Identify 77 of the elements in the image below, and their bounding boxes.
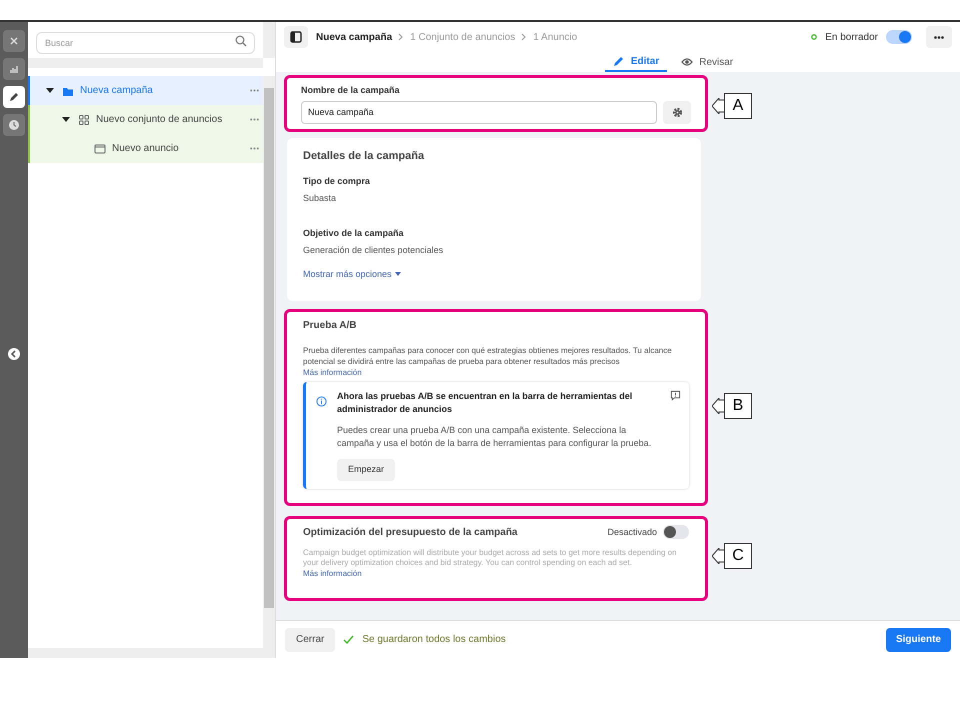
field-value: Generación de clientes potenciales xyxy=(303,244,444,257)
field-label: Nombre de la campaña xyxy=(301,84,401,97)
callout-arrow-icon xyxy=(712,548,724,564)
description-text: Campaign budget optimization will distribute your budget across ad sets to get more results depending on your delivery optimization choices and bid strategy. You can control spending on each ad set. xyxy=(303,548,678,568)
chevron-icon xyxy=(398,33,404,41)
pencil-icon xyxy=(8,91,20,103)
tree-item[interactable]: Nuevo conjunto de anuncios xyxy=(28,105,263,134)
status-label: En borrador xyxy=(825,30,878,44)
more-icon[interactable] xyxy=(250,89,259,92)
field-value: Subasta xyxy=(303,192,338,205)
grid-icon xyxy=(78,114,90,126)
tab[interactable]: Revisar xyxy=(673,52,742,72)
search-field[interactable]: Buscar xyxy=(36,32,255,54)
rail-button[interactable] xyxy=(3,30,25,52)
pencil-icon xyxy=(612,55,625,67)
scrollbar[interactable] xyxy=(28,648,275,658)
status-dot-icon xyxy=(811,34,818,40)
scrollbar[interactable] xyxy=(28,58,263,68)
panel-toggle-button[interactable] xyxy=(284,26,308,48)
notice-text: Puedes crear una prueba A/B con una campaña existente. Selecciona la campaña y usa el botón de la barra de herramientas para configurar la prueba. xyxy=(337,424,652,450)
start-button[interactable]: Empezar xyxy=(337,458,396,481)
close-icon xyxy=(8,35,20,47)
card-title: Optimización del presupuesto de la campaña xyxy=(303,526,518,540)
more-icon[interactable] xyxy=(250,118,259,121)
check-icon xyxy=(343,635,354,644)
collapse-icon[interactable] xyxy=(8,348,20,360)
tree-item[interactable]: Nuevo anuncio xyxy=(28,134,263,163)
toggle-switch[interactable] xyxy=(663,525,689,540)
more-button[interactable] xyxy=(926,26,952,48)
more-info-link[interactable]: Más información xyxy=(303,367,689,379)
callout-label: B xyxy=(724,393,752,420)
scrollbar-thumb[interactable] xyxy=(264,88,274,608)
eye-icon xyxy=(681,56,694,68)
caret-icon xyxy=(394,272,401,276)
callout-arrow-icon xyxy=(712,98,724,114)
callout-label: A xyxy=(724,93,752,119)
close-button[interactable]: Cerrar xyxy=(285,628,336,652)
field-label: Tipo de compra xyxy=(303,174,371,188)
chevron-icon xyxy=(521,33,528,41)
caret-icon[interactable] xyxy=(46,88,54,94)
description-text: Prueba diferentes campañas para conocer con qué estrategias obtienes mejores resultados. Tu alcance potencial se dividirá entre las campañas de prueba para obtener resultados más precisos xyxy=(303,345,673,367)
show-more-link[interactable]: Mostrar más opciones xyxy=(303,268,392,281)
card-title: Prueba A/B xyxy=(303,319,358,333)
settings-icon xyxy=(672,106,682,118)
tree-item[interactable]: Nueva campaña xyxy=(28,76,263,105)
rail-button[interactable] xyxy=(3,114,25,136)
more-icon xyxy=(934,36,944,38)
tree-item-label: Nuevo anuncio xyxy=(112,142,180,156)
clock-icon xyxy=(8,119,20,131)
caret-icon[interactable] xyxy=(62,116,70,122)
toggle-switch[interactable] xyxy=(886,30,912,44)
toggle-label: Desactivado xyxy=(607,526,657,538)
bar-chart-icon xyxy=(8,63,20,75)
tree-item-label: Nuevo conjunto de anuncios xyxy=(96,113,224,127)
callout-arrow-icon xyxy=(712,398,724,414)
scrollbar-track[interactable] xyxy=(263,76,275,648)
feedback-icon[interactable] xyxy=(670,390,681,401)
scrollbar[interactable] xyxy=(263,22,275,58)
card-title: Detalles de la campaña xyxy=(303,149,426,164)
field-label: Objetivo de la campaña xyxy=(303,226,405,240)
sidebar-icon xyxy=(290,31,302,43)
saved-message: Se guardaron todos los cambios xyxy=(362,633,506,647)
info-icon xyxy=(316,396,327,407)
more-icon[interactable] xyxy=(250,147,259,150)
window-icon xyxy=(94,142,106,154)
settings-button[interactable] xyxy=(663,100,691,124)
tab[interactable]: Editar xyxy=(604,52,668,72)
callout-label: C xyxy=(724,543,752,570)
campaign-name-field[interactable]: Nueva campaña xyxy=(301,100,657,124)
search-icon xyxy=(235,35,247,47)
notice-title: Ahora las pruebas A/B se encuentran en la barra de herramientas del administrador de anuncios xyxy=(337,390,634,416)
rail-button[interactable] xyxy=(3,58,25,80)
rail-button[interactable] xyxy=(3,86,25,108)
tree-item-label: Nueva campaña xyxy=(80,84,154,98)
next-button[interactable]: Siguiente xyxy=(886,628,951,652)
more-info-link[interactable]: Más información xyxy=(303,568,689,580)
breadcrumb-link[interactable]: Nueva campaña xyxy=(316,30,392,44)
